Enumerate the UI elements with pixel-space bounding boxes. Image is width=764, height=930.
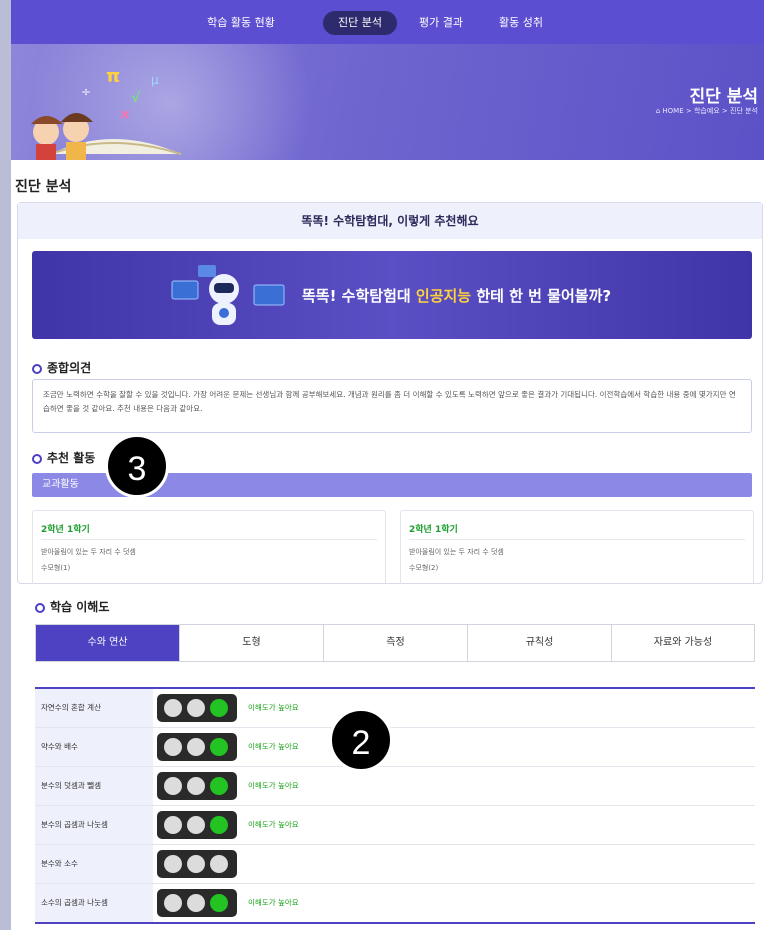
activity-title-text: 받아올림이 있는 두 자리 수 덧셈 xyxy=(409,548,504,556)
svg-text:π: π xyxy=(106,66,120,87)
recommend-card: 똑똑! 수학탐험대, 이렇게 추천해요 똑똑! 수학탐험대 인공지능 한테 한 … xyxy=(17,202,763,590)
recommend-heading: 똑똑! 수학탐험대, 이렇게 추천해요 xyxy=(18,203,762,239)
ai-banner-highlight: 인공지능 xyxy=(415,287,472,305)
understanding-row-label: 분수의 곱셈과 나눗셈 xyxy=(35,806,153,844)
nav-item-activity-status[interactable]: 학습 활동 현황 xyxy=(189,11,293,35)
activity-title-text: 받아올림이 있는 두 자리 수 덧셈 xyxy=(41,548,136,556)
understanding-row-label: 분수와 소수 xyxy=(35,845,153,883)
page-title: 진단 분석 xyxy=(15,179,72,195)
traffic-light-indicator xyxy=(157,694,237,722)
activity-card[interactable]: 2학년 1학기 받아올림이 있는 두 자리 수 덧셈 수모형(1) xyxy=(32,510,386,590)
indicator-dot-icon xyxy=(210,738,228,756)
svg-text:×: × xyxy=(119,107,131,123)
traffic-light-indicator xyxy=(157,850,237,878)
indicator-dot-icon xyxy=(210,816,228,834)
understanding-row: 자연수의 혼합 계산 이해도가 높아요 xyxy=(35,689,755,728)
understanding-title: 학습 이해도 xyxy=(35,598,109,615)
indicator-dot-icon xyxy=(164,894,182,912)
tab-regularity[interactable]: 규칙성 xyxy=(468,625,612,661)
svg-text:÷: ÷ xyxy=(81,85,91,99)
indicator-dot-icon xyxy=(164,816,182,834)
indicator-dot-icon xyxy=(210,894,228,912)
ai-ask-banner[interactable]: 똑똑! 수학탐험대 인공지능 한테 한 번 물어볼까? xyxy=(32,251,752,339)
indicator-dot-icon xyxy=(164,738,182,756)
understanding-status: 이해도가 높아요 xyxy=(248,820,299,829)
nav-item-achievement[interactable]: 활동 성취 xyxy=(489,11,553,35)
activity-title: 추천 활동 xyxy=(32,449,95,466)
indicator-dot-icon xyxy=(187,816,205,834)
left-edge xyxy=(0,0,11,930)
understanding-row: 약수와 배수 이해도가 높아요 xyxy=(35,728,755,767)
page-banner: π √ ÷ × μ 진단 분석 ⌂ HOME > 학습예요 > 진단 분석 xyxy=(11,44,764,160)
understanding-row-label: 자연수의 혼합 계산 xyxy=(35,689,153,727)
tab-data-probability[interactable]: 자료와 가능성 xyxy=(612,625,754,661)
understanding-status: 이해도가 높아요 xyxy=(248,898,299,907)
math-symbols-illustration: π √ ÷ × μ xyxy=(31,66,182,160)
understanding-table: 자연수의 혼합 계산 이해도가 높아요 약수와 배수 이해도가 높아요 분수의 덧셈과 … xyxy=(35,687,755,924)
understanding-row: 분수의 덧셈과 뺄셈 이해도가 높아요 xyxy=(35,767,755,806)
top-nav: 학습 활동 현황 진단 분석 평가 결과 활동 성취 xyxy=(11,0,764,44)
domain-tabs: 수와 연산 도형 측정 규칙성 자료와 가능성 xyxy=(35,624,755,662)
understanding-row: 소수의 곱셈과 나눗셈 이해도가 높아요 xyxy=(35,884,755,924)
understanding-row-label: 분수의 덧셈과 뺄셈 xyxy=(35,767,153,805)
indicator-dot-icon xyxy=(210,855,228,873)
divider xyxy=(41,539,377,540)
understanding-row-label: 소수의 곱셈과 나눗셈 xyxy=(35,884,153,922)
ai-banner-prefix: 똑똑! 수학탐험대 xyxy=(302,287,416,305)
nav-item-evaluation[interactable]: 평가 결과 xyxy=(409,11,473,35)
opinion-title: 종합의견 xyxy=(32,359,91,376)
indicator-dot-icon xyxy=(164,777,182,795)
activity-sub: 수모형(2) xyxy=(409,564,439,572)
understanding-title-text: 학습 이해도 xyxy=(50,600,110,614)
divider xyxy=(409,539,745,540)
indicator-dot-icon xyxy=(187,855,205,873)
traffic-light-indicator xyxy=(157,733,237,761)
ring-bullet-icon xyxy=(35,602,45,613)
understanding-status: 이해도가 높아요 xyxy=(248,703,299,712)
indicator-dot-icon xyxy=(210,699,228,717)
indicator-dot-icon xyxy=(187,738,205,756)
opinion-text: 조금만 노력하면 수학을 잘할 수 있을 것입니다. 가장 어려운 문제는 선생… xyxy=(32,379,752,433)
indicator-dot-icon xyxy=(187,894,205,912)
activity-title-text: 추천 활동 xyxy=(47,451,96,465)
activity-card[interactable]: 2학년 1학기 받아올림이 있는 두 자리 수 덧셈 수모형(2) xyxy=(400,510,754,590)
activity-semester: 2학년 1학기 xyxy=(41,525,90,535)
indicator-dot-icon xyxy=(164,699,182,717)
indicator-dot-icon xyxy=(187,699,205,717)
understanding-status: 이해도가 높아요 xyxy=(248,781,299,790)
breadcrumb: ⌂ HOME > 학습예요 > 진단 분석 xyxy=(655,107,758,115)
indicator-dot-icon xyxy=(187,777,205,795)
indicator-dot-icon xyxy=(210,777,228,795)
indicator-dot-icon xyxy=(164,855,182,873)
traffic-light-indicator xyxy=(157,772,237,800)
nav-item-diagnosis[interactable]: 진단 분석 xyxy=(323,11,397,35)
understanding-row: 분수와 소수 xyxy=(35,845,755,884)
svg-text:√: √ xyxy=(131,90,141,106)
understanding-row-label: 약수와 배수 xyxy=(35,728,153,766)
ai-banner-text: 똑똑! 수학탐험대 인공지능 한테 한 번 물어볼까? xyxy=(302,285,611,306)
understanding-row: 분수의 곱셈과 나눗셈 이해도가 높아요 xyxy=(35,806,755,845)
ring-bullet-icon xyxy=(32,363,42,374)
robot-icon xyxy=(171,265,285,325)
tab-measurement[interactable]: 측정 xyxy=(324,625,468,661)
traffic-light-indicator xyxy=(157,889,237,917)
step-badge-2: 2 xyxy=(329,708,393,772)
svg-text:μ: μ xyxy=(151,73,159,87)
activity-semester: 2학년 1학기 xyxy=(409,525,458,535)
banner-title: 진단 분석 xyxy=(689,87,758,107)
opinion-title-text: 종합의견 xyxy=(47,361,92,375)
tab-number-operation[interactable]: 수와 연산 xyxy=(36,625,180,661)
ring-bullet-icon xyxy=(32,453,42,464)
understanding-status: 이해도가 높아요 xyxy=(248,742,299,751)
step-badge-3: 3 xyxy=(105,434,169,498)
activity-sub: 수모형(1) xyxy=(41,564,71,572)
traffic-light-indicator xyxy=(157,811,237,839)
tab-shapes[interactable]: 도형 xyxy=(180,625,324,661)
page: 학습 활동 현황 진단 분석 평가 결과 활동 성취 π √ ÷ × μ 진단 … xyxy=(11,0,764,930)
ai-banner-suffix: 한테 한 번 물어볼까? xyxy=(471,287,612,305)
